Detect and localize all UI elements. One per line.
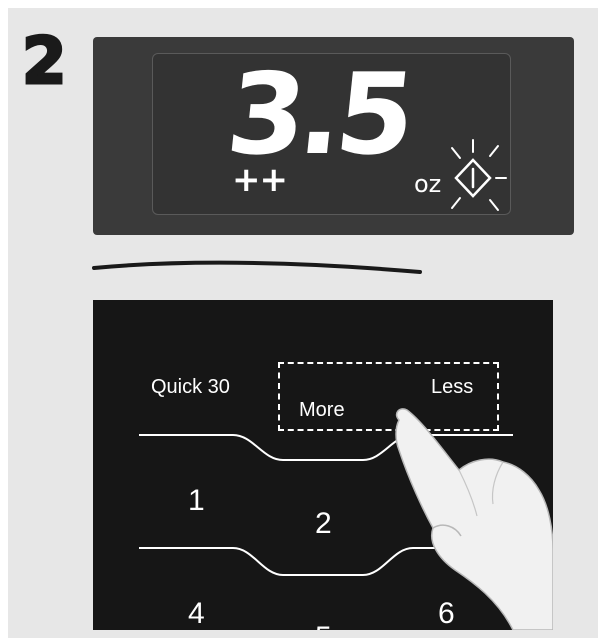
flashing-diamond-warning-icon	[451, 139, 507, 211]
control-panel: Quick 30 More Less 1 2 4 5 6	[93, 300, 553, 630]
weight-readout: 3.5	[221, 50, 416, 180]
unit-label: oz	[414, 170, 442, 198]
pointing-hand-icon	[395, 408, 553, 630]
separator-wave	[92, 260, 422, 274]
plus-indicator: ++	[232, 160, 288, 200]
step-number: 2	[21, 25, 69, 99]
